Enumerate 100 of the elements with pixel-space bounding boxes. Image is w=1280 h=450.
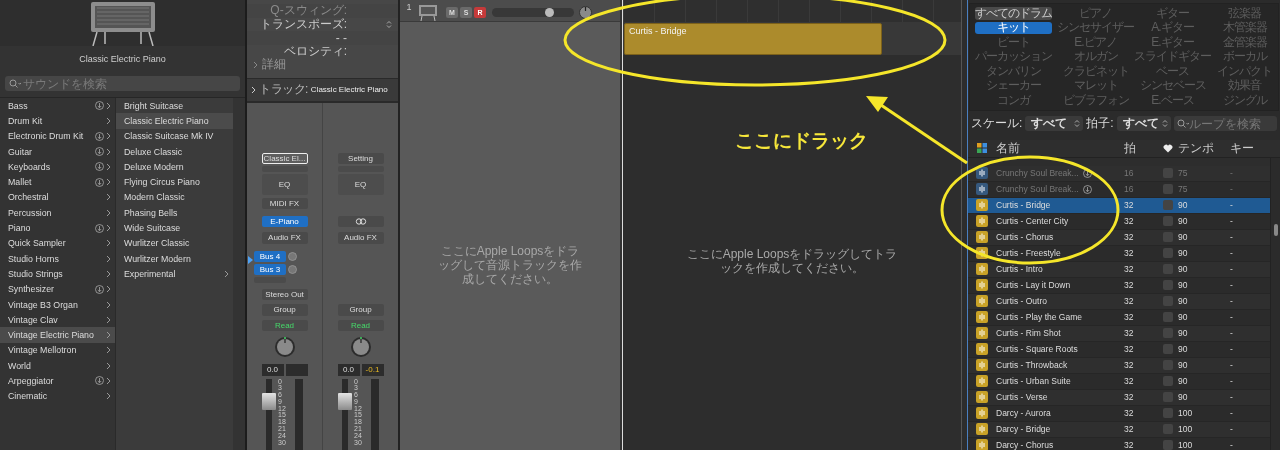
loop-beats: 32	[1124, 232, 1135, 242]
category-item[interactable]: Quick Sampler	[0, 235, 115, 251]
loop-key: -	[1230, 344, 1270, 354]
track-name: Classic Electric Piano	[310, 85, 388, 94]
channel-setting-button[interactable]: Setting	[337, 152, 384, 164]
channel-setting-button[interactable]: Classic El...	[261, 152, 308, 164]
category-item[interactable]: Vintage Clav	[0, 312, 115, 328]
favorite-checkbox[interactable]	[1163, 280, 1173, 290]
category-item[interactable]: Percussion	[0, 205, 115, 221]
automation-mode-button[interactable]: Read	[337, 319, 384, 331]
category-item[interactable]: Vintage Mellotron	[0, 342, 115, 359]
filter-dropdown[interactable]: すべて	[1025, 116, 1084, 131]
loop-type-icon	[976, 359, 988, 371]
loop-type-icon	[976, 391, 988, 403]
pan-knob[interactable]	[579, 6, 592, 19]
category-item[interactable]: Piano	[0, 220, 115, 236]
category-item[interactable]: Cinematic	[0, 388, 115, 404]
loop-key: -	[1230, 264, 1270, 274]
category-filter[interactable]: すべてのドラム	[975, 7, 1052, 20]
column-title[interactable]: テンポ	[1178, 139, 1230, 157]
preset-item[interactable]: Wurlitzer Classic	[116, 235, 233, 251]
scrollbar[interactable]	[1270, 157, 1280, 450]
preset-item[interactable]: Wide Suitcase	[116, 220, 233, 236]
volume-slider[interactable]	[492, 8, 574, 17]
filter-dropdown[interactable]: すべて	[1116, 116, 1171, 131]
output-slot[interactable]: Stereo Out	[261, 288, 308, 300]
send-button[interactable]: Bus 3	[254, 263, 286, 275]
category-item[interactable]: Electronic Drum Kit	[0, 128, 115, 144]
loop-key: -	[1230, 200, 1270, 210]
preset-item[interactable]: Classic Suitcase Mk IV	[116, 128, 233, 144]
favorite-checkbox[interactable]	[1163, 216, 1173, 226]
group-slot[interactable]: Group	[337, 303, 384, 316]
track-header[interactable]: トラック: Classic Electric Piano	[247, 77, 398, 103]
chevron-icon	[253, 60, 258, 69]
annotation-label: ここにドラック	[735, 128, 868, 153]
send-slot[interactable]	[254, 276, 286, 283]
loop-tempo: 100	[1178, 440, 1194, 450]
fader-thumb[interactable]	[338, 393, 352, 411]
send-button[interactable]: Bus 4	[254, 250, 286, 262]
column-title[interactable]: キー	[1230, 139, 1270, 157]
fader-thumb[interactable]	[262, 393, 276, 411]
column-title[interactable]: 拍	[1124, 139, 1158, 157]
category-filter[interactable]: キット	[975, 21, 1052, 34]
chevron-icon	[251, 85, 256, 94]
category-item[interactable]: Vintage Electric Piano	[0, 327, 115, 343]
category-item[interactable]: Studio Horns	[0, 250, 115, 267]
eq-button[interactable]: EQ	[337, 173, 384, 195]
favorite-checkbox[interactable]	[1163, 376, 1173, 386]
group-slot[interactable]: Group	[261, 303, 308, 316]
peak-readout	[285, 363, 308, 376]
loop-type-icon	[976, 343, 988, 355]
preset-item[interactable]: Phasing Bells	[116, 205, 233, 221]
category-item[interactable]: Mallet	[0, 174, 115, 190]
loop-beats: 32	[1124, 296, 1135, 306]
preset-item[interactable]: Flying Circus Piano	[116, 174, 233, 190]
favorite-checkbox[interactable]	[1163, 200, 1173, 210]
column-title[interactable]: 名前	[996, 139, 1124, 157]
automation-mode-button[interactable]: Read	[261, 319, 308, 331]
favorite-checkbox[interactable]	[1163, 408, 1173, 418]
category-item[interactable]: Orchestral	[0, 189, 115, 206]
preset-item[interactable]: Deluxe Classic	[116, 143, 233, 160]
audio-fx-slot[interactable]: Audio FX	[261, 231, 308, 244]
loop-type-icon	[976, 279, 988, 291]
preset-item[interactable]: Deluxe Modern	[116, 159, 233, 175]
loop-key: -	[1230, 392, 1270, 402]
loop-tempo: 90	[1178, 344, 1189, 354]
preset-item[interactable]: Experimental	[116, 266, 233, 282]
preset-item[interactable]: Classic Electric Piano	[116, 113, 233, 129]
category-item[interactable]: Drum Kit	[0, 113, 115, 129]
category-item[interactable]: World	[0, 358, 115, 374]
stepper-icon[interactable]	[386, 19, 392, 29]
volume-thumb[interactable]	[544, 8, 554, 17]
category-item[interactable]: Keyboards	[0, 159, 115, 175]
loop-tempo: 90	[1178, 360, 1189, 370]
stereo-link-button[interactable]	[337, 215, 384, 227]
category-item[interactable]: Bass	[0, 98, 115, 114]
midi-fx-slot[interactable]: MIDI FX	[261, 197, 308, 209]
favorite-checkbox[interactable]	[1163, 344, 1173, 354]
category-item[interactable]: Arpeggiator	[0, 373, 115, 389]
favorite-checkbox[interactable]	[1163, 440, 1173, 450]
audio-fx-slot[interactable]: Audio FX	[337, 231, 384, 244]
heart-icon[interactable]	[1163, 143, 1173, 153]
loop-tempo: 90	[1178, 392, 1189, 402]
color-grid-icon[interactable]	[977, 143, 987, 153]
category-item[interactable]: Guitar	[0, 143, 115, 160]
loop-key: -	[1230, 376, 1270, 386]
instrument-slot[interactable]: E-Piano	[261, 215, 308, 227]
eq-button[interactable]: EQ	[261, 173, 308, 195]
loop-name: Curtis - Bridge	[996, 200, 1051, 210]
favorite-checkbox[interactable]	[1163, 248, 1173, 258]
loop-name: Curtis - Outro	[996, 296, 1047, 306]
preset-item[interactable]: Modern Classic	[116, 189, 233, 206]
preset-item[interactable]: Bright Suitcase	[116, 98, 233, 114]
preset-item[interactable]: Wurlitzer Modern	[116, 250, 233, 267]
loop-name: Curtis - Rim Shot	[996, 328, 1061, 338]
category-item[interactable]: Synthesizer	[0, 281, 115, 297]
empty-hint: ここにApple Loopsをドラッグして音源トラックを作成してください。	[437, 244, 583, 286]
favorite-checkbox[interactable]	[1163, 312, 1173, 322]
category-item[interactable]: Vintage B3 Organ	[0, 296, 115, 313]
category-item[interactable]: Studio Strings	[0, 266, 115, 282]
